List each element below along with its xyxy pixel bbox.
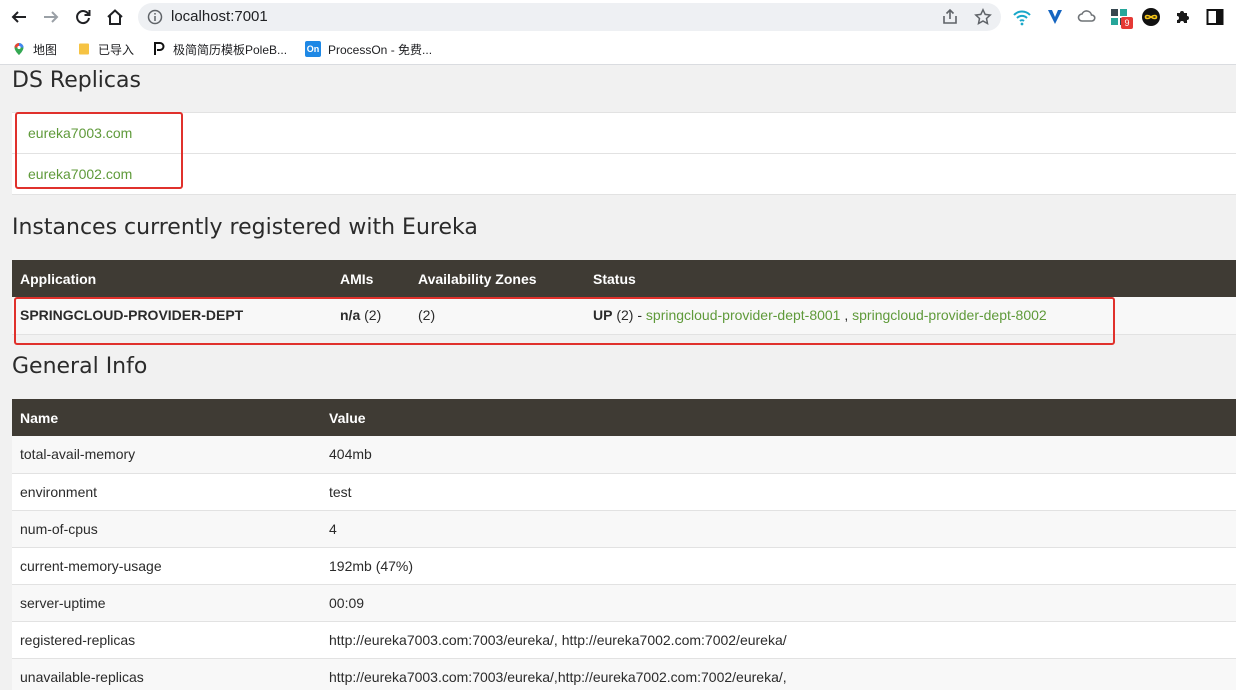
info-value: 192mb (47%): [321, 547, 1236, 585]
info-name: total-avail-memory: [12, 436, 321, 474]
reload-button[interactable]: [70, 4, 96, 30]
instance-link-separator: ,: [840, 307, 853, 324]
info-icon[interactable]: [147, 9, 163, 25]
info-name: unavailable-replicas: [12, 658, 321, 690]
instance-amis: n/a (2): [332, 297, 410, 335]
replica-item: eureka7002.com: [12, 154, 1236, 195]
info-name: current-memory-usage: [12, 547, 321, 585]
maps-pin-icon: [14, 43, 24, 55]
poleb-icon: [154, 42, 165, 55]
forward-button[interactable]: [38, 4, 64, 30]
extension-badge: 9: [1121, 17, 1133, 29]
info-value: http://eureka7003.com:7003/eureka/, http…: [321, 621, 1236, 659]
col-header-amis: AMIs: [332, 260, 410, 297]
instances-table: Application AMIs Availability Zones Stat…: [12, 260, 1236, 335]
browser-toolbar: localhost:7001 9: [0, 0, 1236, 34]
info-value: 4: [321, 510, 1236, 548]
share-icon[interactable]: [941, 8, 959, 26]
ds-replicas-title: DS Replicas: [12, 68, 141, 93]
info-name: registered-replicas: [12, 621, 321, 659]
instance-application: SPRINGCLOUD-PROVIDER-DEPT: [12, 297, 332, 335]
home-icon: [107, 9, 123, 25]
eureka-dashboard: DS Replicas eureka7003.com eureka7002.co…: [0, 66, 1236, 690]
home-button[interactable]: [102, 4, 128, 30]
info-row: unavailable-replicas http://eureka7003.c…: [12, 658, 1236, 690]
instance-link-8001[interactable]: springcloud-provider-dept-8001: [646, 307, 841, 323]
bookmark-imported-folder[interactable]: 已导入: [77, 39, 134, 59]
bookmark-label: 地图: [33, 42, 58, 57]
instance-status: UP (2) - springcloud-provider-dept-8001 …: [585, 297, 1236, 335]
url-text[interactable]: localhost:7001: [171, 8, 268, 25]
puzzle-extensions-icon[interactable]: [1173, 7, 1193, 27]
back-button[interactable]: [6, 4, 32, 30]
bookmark-label: ProcessOn - 免费...: [328, 42, 433, 57]
cloud-sync-icon[interactable]: [1077, 7, 1097, 27]
instance-row: SPRINGCLOUD-PROVIDER-DEPT n/a (2) (2) UP…: [12, 297, 1236, 335]
info-name: server-uptime: [12, 584, 321, 622]
instances-header-row: Application AMIs Availability Zones Stat…: [12, 260, 1236, 297]
status-count: (2) -: [612, 307, 646, 324]
general-info-header-row: Name Value: [12, 399, 1236, 436]
info-name: num-of-cpus: [12, 510, 321, 548]
arrow-right-icon: [44, 11, 59, 23]
general-info-title: General Info: [12, 354, 148, 379]
bookmark-maps[interactable]: 地图: [12, 39, 57, 59]
replica-link[interactable]: eureka7002.com: [28, 166, 132, 182]
col-header-application: Application: [12, 260, 332, 297]
info-value: 404mb: [321, 436, 1236, 474]
info-name: environment: [12, 473, 321, 511]
info-row: registered-replicas http://eureka7003.co…: [12, 621, 1236, 659]
col-header-value: Value: [321, 399, 1236, 436]
instance-link-8002[interactable]: springcloud-provider-dept-8002: [852, 307, 1047, 323]
vpn-extension-icon[interactable]: [1045, 7, 1065, 27]
wifi-icon[interactable]: [1012, 7, 1032, 27]
info-value: 00:09: [321, 584, 1236, 622]
info-row: num-of-cpus 4: [12, 510, 1236, 548]
processon-icon: On: [305, 41, 321, 57]
instance-zones: (2): [410, 297, 585, 335]
ds-replicas-list: eureka7003.com eureka7002.com: [12, 112, 1236, 195]
general-info-table: Name Value total-avail-memory 404mb envi…: [12, 399, 1236, 690]
col-header-zones: Availability Zones: [410, 260, 585, 297]
bookmark-label: 极简简历模板PoleB...: [173, 42, 288, 57]
bookmarks-bar: 地图 已导入 极简简历模板PoleB... On ProcessOn - 免费.…: [0, 34, 1236, 65]
info-row: current-memory-usage 192mb (47%): [12, 547, 1236, 585]
col-header-status: Status: [585, 260, 1236, 297]
infinity-extension-icon[interactable]: [1141, 7, 1161, 27]
info-row: server-uptime 00:09: [12, 584, 1236, 622]
replica-link[interactable]: eureka7003.com: [28, 125, 132, 141]
bookmark-processon[interactable]: On ProcessOn - 免费...: [305, 39, 432, 59]
info-row: total-avail-memory 404mb: [12, 436, 1236, 474]
reload-icon: [76, 10, 91, 25]
info-row: environment test: [12, 473, 1236, 511]
address-bar[interactable]: localhost:7001: [138, 3, 1001, 31]
bookmark-poleb[interactable]: 极简简历模板PoleB...: [152, 39, 287, 59]
bookmark-label: 已导入: [98, 42, 135, 57]
side-panel-icon[interactable]: [1205, 7, 1225, 27]
info-value: test: [321, 473, 1236, 511]
folder-icon: [79, 43, 89, 55]
amis-count: (2): [360, 307, 382, 324]
status-value: UP: [593, 307, 613, 324]
amis-value: n/a: [340, 307, 361, 324]
col-header-name: Name: [12, 399, 321, 436]
replica-item: eureka7003.com: [12, 113, 1236, 154]
bookmark-star-icon[interactable]: [974, 8, 992, 26]
instances-title: Instances currently registered with Eure…: [12, 215, 478, 240]
arrow-left-icon: [11, 11, 26, 23]
info-value: http://eureka7003.com:7003/eureka/,http:…: [321, 658, 1236, 690]
